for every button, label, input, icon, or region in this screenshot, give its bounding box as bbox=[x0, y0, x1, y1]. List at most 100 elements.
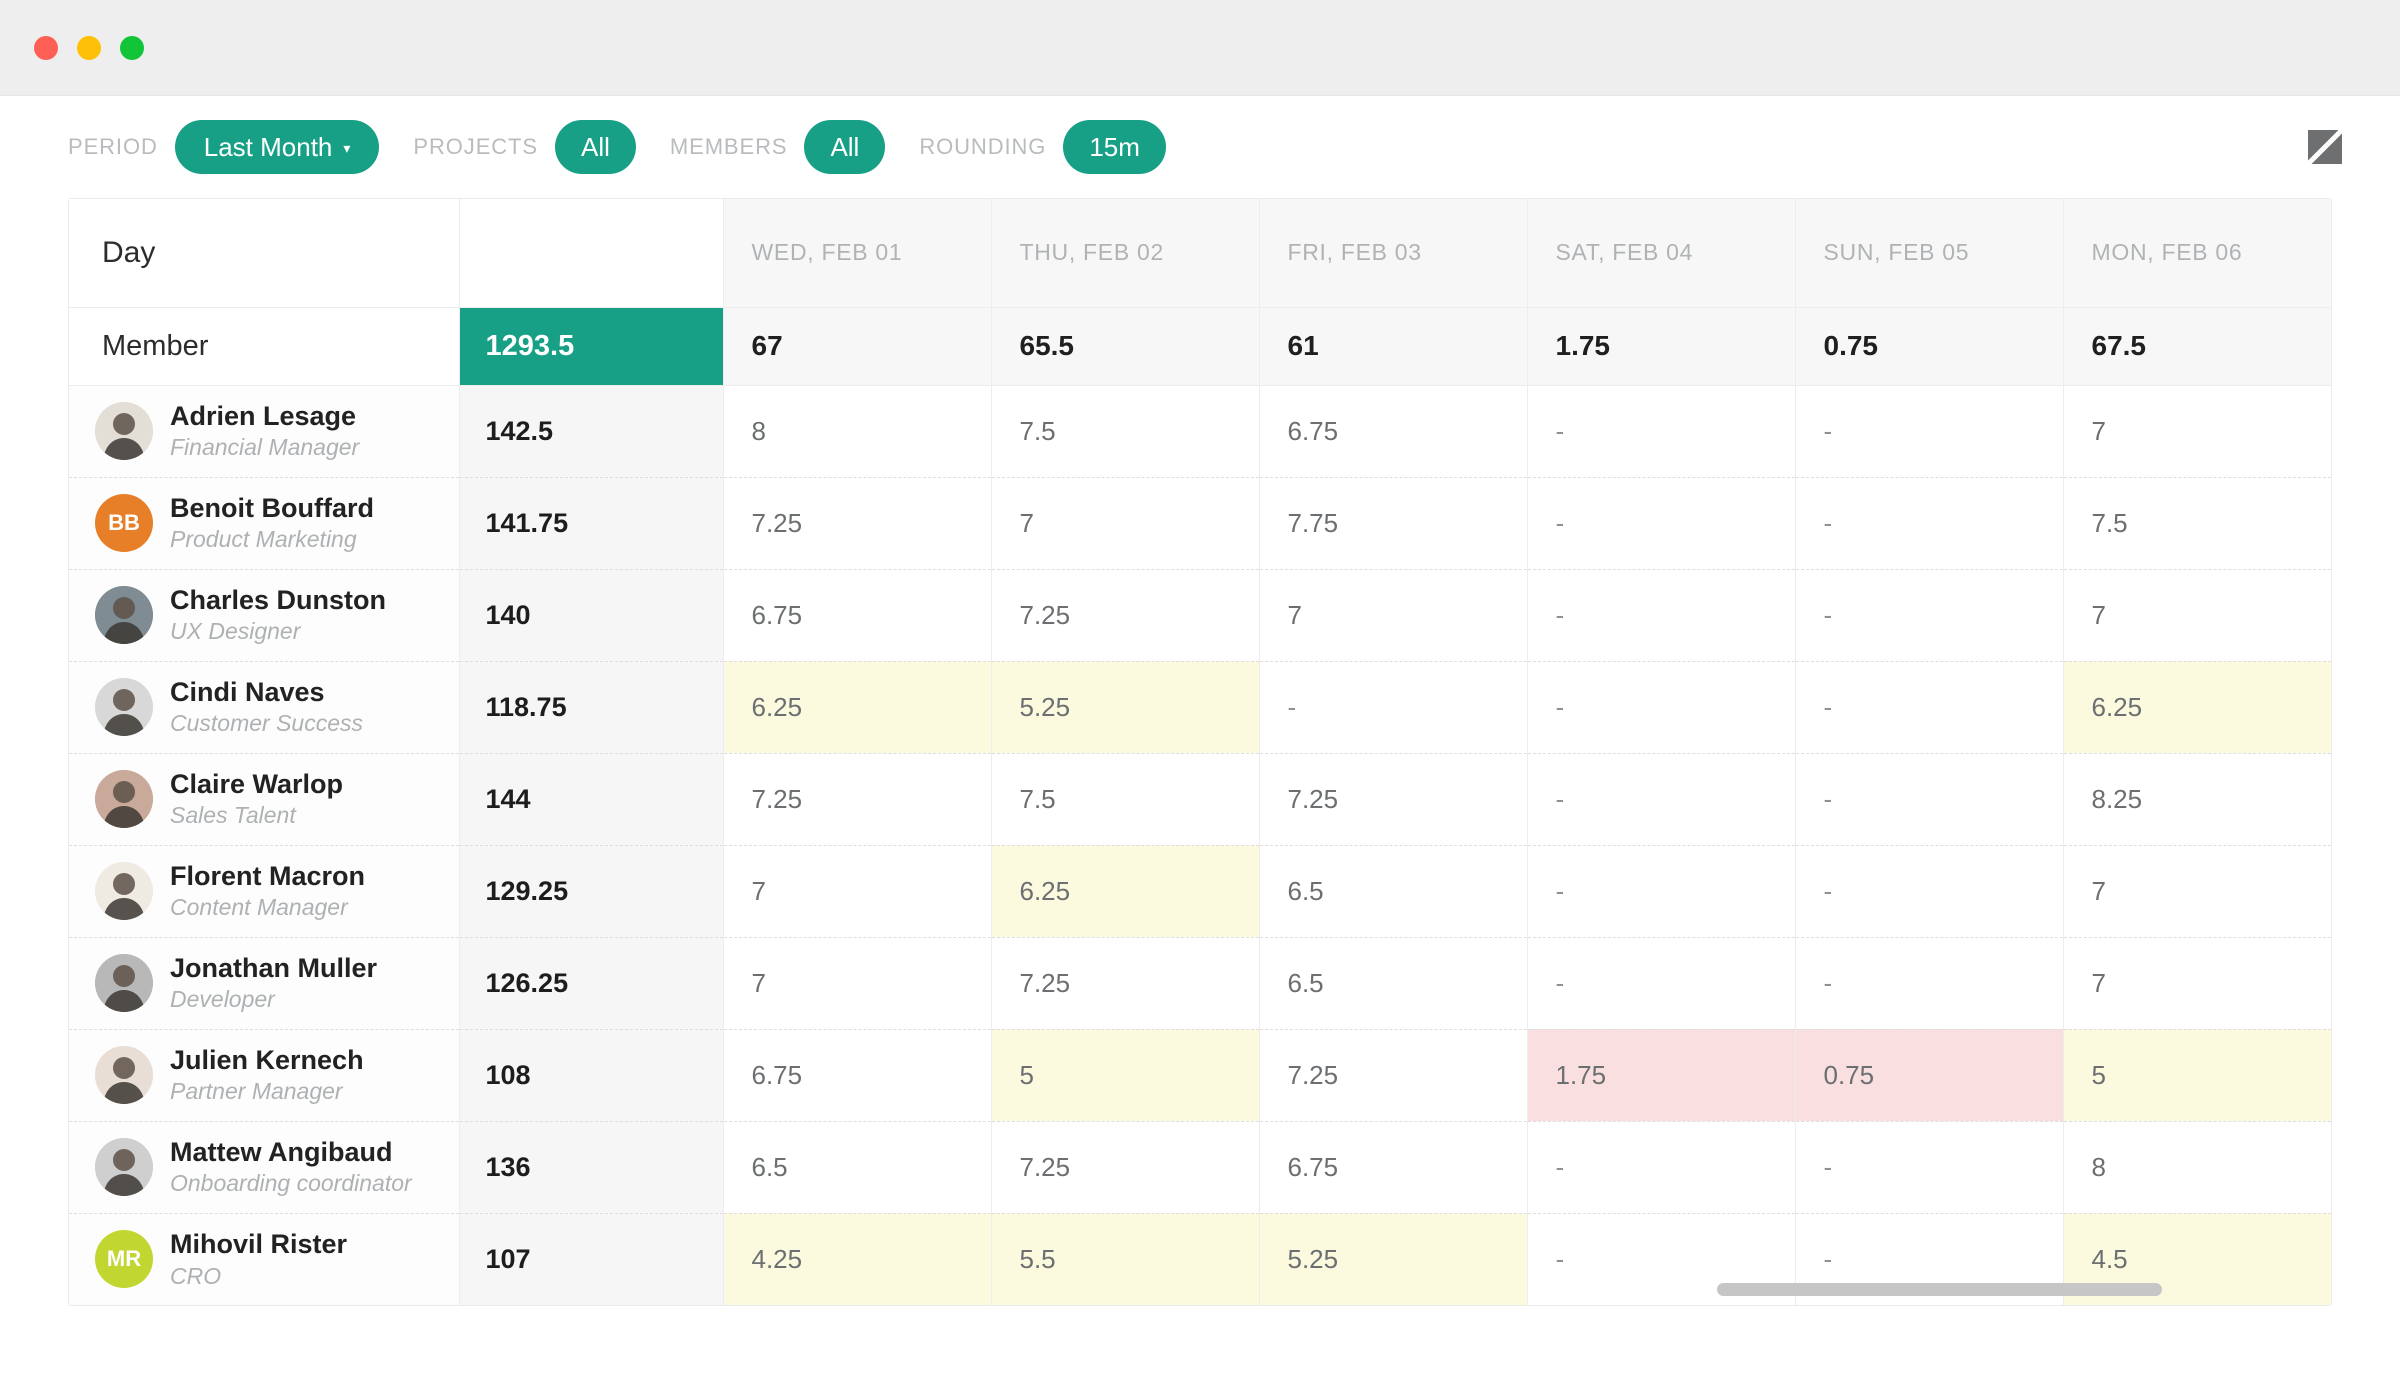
member-cell[interactable]: Julien Kernech Partner Manager bbox=[69, 1029, 460, 1122]
time-cell[interactable]: 6.75 bbox=[723, 569, 992, 662]
table-body: Adrien Lesage Financial Manager 142.5 8 7.5 6… bbox=[69, 385, 2332, 1305]
day-header-wed-feb-01[interactable]: WED, FEB 01 bbox=[723, 199, 992, 308]
time-cell[interactable]: 5.5 bbox=[991, 1213, 1260, 1305]
time-cell[interactable]: 8 bbox=[723, 385, 992, 478]
member-cell[interactable]: Adrien Lesage Financial Manager bbox=[69, 385, 460, 478]
time-cell[interactable]: 7 bbox=[2063, 385, 2332, 478]
day-header-fri-feb-03[interactable]: FRI, FEB 03 bbox=[1259, 199, 1528, 308]
time-cell[interactable]: 6.5 bbox=[1259, 845, 1528, 938]
filter-toolbar: PERIOD Last Month ▾ PROJECTS All MEMBERS … bbox=[0, 96, 2400, 198]
time-cell[interactable]: 5.25 bbox=[991, 661, 1260, 754]
filter-members-button[interactable]: All bbox=[804, 120, 886, 174]
day-header-sat-feb-04[interactable]: SAT, FEB 04 bbox=[1527, 199, 1796, 308]
member-cell[interactable]: BB Benoit Bouffard Product Marketing bbox=[69, 477, 460, 570]
time-cell[interactable]: - bbox=[1795, 845, 2064, 938]
time-cell[interactable]: - bbox=[1795, 753, 2064, 846]
member-role: UX Designer bbox=[170, 618, 301, 645]
time-cell[interactable]: 6.25 bbox=[723, 661, 992, 754]
time-cell[interactable]: 8 bbox=[2063, 1121, 2332, 1214]
time-cell[interactable]: 7.25 bbox=[723, 477, 992, 570]
time-cell[interactable]: 6.25 bbox=[991, 845, 1260, 938]
filter-period: PERIOD Last Month ▾ bbox=[68, 120, 413, 174]
time-cell[interactable]: 6.75 bbox=[1259, 385, 1528, 478]
day-header-sun-feb-05[interactable]: SUN, FEB 05 bbox=[1795, 199, 2064, 308]
time-cell[interactable]: 8.25 bbox=[2063, 753, 2332, 846]
day-header-thu-feb-02[interactable]: THU, FEB 02 bbox=[991, 199, 1260, 308]
time-cell[interactable]: 5 bbox=[991, 1029, 1260, 1122]
table-row[interactable]: Julien Kernech Partner Manager 108 6.75 5 7.2… bbox=[69, 1029, 2332, 1122]
filter-period-button[interactable]: Last Month ▾ bbox=[174, 120, 380, 174]
member-cell[interactable]: Charles Dunston UX Designer bbox=[69, 569, 460, 662]
time-cell[interactable]: - bbox=[1259, 661, 1528, 754]
table-row[interactable]: Mattew Angibaud Onboarding coordinator 136… bbox=[69, 1121, 2332, 1214]
day-total-sun-feb-05: 0.75 bbox=[1795, 307, 2064, 386]
member-cell[interactable]: Mattew Angibaud Onboarding coordinator bbox=[69, 1121, 460, 1214]
time-cell[interactable]: 6.75 bbox=[723, 1029, 992, 1122]
time-cell[interactable]: 7 bbox=[2063, 845, 2332, 938]
time-cell[interactable]: 7 bbox=[2063, 569, 2332, 662]
time-cell[interactable]: 5 bbox=[2063, 1029, 2332, 1122]
day-header-row: Day WED, FEB 01 THU, FEB 02 FRI, FEB 03 … bbox=[69, 199, 2332, 308]
maximize-button[interactable] bbox=[120, 35, 144, 60]
time-cell[interactable]: - bbox=[1527, 477, 1796, 570]
time-cell[interactable]: - bbox=[1795, 1121, 2064, 1214]
table-row[interactable]: BB Benoit Bouffard Product Marketing 141.75… bbox=[69, 477, 2332, 570]
member-role: CRO bbox=[170, 1262, 222, 1289]
time-cell[interactable]: 5.25 bbox=[1259, 1213, 1528, 1305]
time-cell[interactable]: - bbox=[1795, 385, 2064, 478]
member-name: Florent Macron bbox=[170, 860, 366, 891]
time-cell[interactable]: 1.75 bbox=[1527, 1029, 1796, 1122]
table-row[interactable]: Charles Dunston UX Designer 140 6.75 7.25 7- -… bbox=[69, 569, 2332, 662]
time-cell[interactable]: 6.5 bbox=[1259, 937, 1528, 1030]
time-cell[interactable]: 0.75 bbox=[1795, 1029, 2064, 1122]
time-cell[interactable]: - bbox=[1795, 569, 2064, 662]
member-cell[interactable]: Jonathan Muller Developer bbox=[69, 937, 460, 1030]
close-button[interactable] bbox=[34, 35, 58, 60]
time-cell[interactable]: 7.25 bbox=[991, 937, 1260, 1030]
time-cell[interactable]: 7 bbox=[991, 477, 1260, 570]
time-cell[interactable]: 7.25 bbox=[723, 753, 992, 846]
time-cell[interactable]: 7.25 bbox=[1259, 1029, 1528, 1122]
time-cell[interactable]: - bbox=[1795, 661, 2064, 754]
time-cell[interactable]: - bbox=[1527, 937, 1796, 1030]
filter-rounding-button[interactable]: 15m bbox=[1063, 120, 1166, 174]
time-cell[interactable]: - bbox=[1795, 937, 2064, 1030]
horizontal-scrollbar[interactable] bbox=[1717, 1283, 2162, 1296]
time-cell[interactable]: 7.75 bbox=[1259, 477, 1528, 570]
time-cell[interactable]: 7 bbox=[723, 845, 992, 938]
table-row[interactable]: Claire Warlop Sales Talent 144 7.25 7.5 7.25-… bbox=[69, 753, 2332, 846]
minimize-button[interactable] bbox=[77, 35, 101, 60]
table-row[interactable]: Florent Macron Content Manager 129.25 7 6.25… bbox=[69, 845, 2332, 938]
time-cell[interactable]: 7.5 bbox=[991, 753, 1260, 846]
member-name: Cindi Naves bbox=[170, 676, 325, 707]
table-row[interactable]: Cindi Naves Customer Success 118.75 6.25 5.2… bbox=[69, 661, 2332, 754]
time-cell[interactable]: 4.25 bbox=[723, 1213, 992, 1305]
time-cell[interactable]: 6.75 bbox=[1259, 1121, 1528, 1214]
time-cell[interactable]: 7 bbox=[723, 937, 992, 1030]
member-cell[interactable]: Florent Macron Content Manager bbox=[69, 845, 460, 938]
member-cell[interactable]: Cindi Naves Customer Success bbox=[69, 661, 460, 754]
time-cell[interactable]: 7.5 bbox=[2063, 477, 2332, 570]
member-cell[interactable]: Claire Warlop Sales Talent bbox=[69, 753, 460, 846]
time-cell[interactable]: 7.25 bbox=[991, 1121, 1260, 1214]
time-cell[interactable]: 7.5 bbox=[991, 385, 1260, 478]
time-cell[interactable]: - bbox=[1795, 477, 2064, 570]
member-cell[interactable]: MR Mihovil Rister CRO bbox=[69, 1213, 460, 1305]
time-cell[interactable]: 6.5 bbox=[723, 1121, 992, 1214]
filter-projects-button[interactable]: All bbox=[554, 120, 636, 174]
table-row[interactable]: Jonathan Muller Developer 126.25 7 7.25 6.5- -… bbox=[69, 937, 2332, 1030]
time-cell[interactable]: 7.25 bbox=[991, 569, 1260, 662]
time-cell[interactable]: - bbox=[1527, 753, 1796, 846]
time-cell[interactable]: - bbox=[1527, 569, 1796, 662]
time-cell[interactable]: 7 bbox=[1259, 569, 1528, 662]
time-cell[interactable]: - bbox=[1527, 385, 1796, 478]
time-cell[interactable]: - bbox=[1527, 661, 1796, 754]
time-cell[interactable]: 6.25 bbox=[2063, 661, 2332, 754]
expand-icon[interactable] bbox=[2306, 128, 2344, 166]
time-cell[interactable]: - bbox=[1527, 845, 1796, 938]
time-cell[interactable]: - bbox=[1527, 1121, 1796, 1214]
table-row[interactable]: Adrien Lesage Financial Manager 142.5 8 7.5 6… bbox=[69, 385, 2332, 478]
time-cell[interactable]: 7 bbox=[2063, 937, 2332, 1030]
day-header-mon-feb-06[interactable]: MON, FEB 06 bbox=[2063, 199, 2332, 308]
time-cell[interactable]: 7.25 bbox=[1259, 753, 1528, 846]
